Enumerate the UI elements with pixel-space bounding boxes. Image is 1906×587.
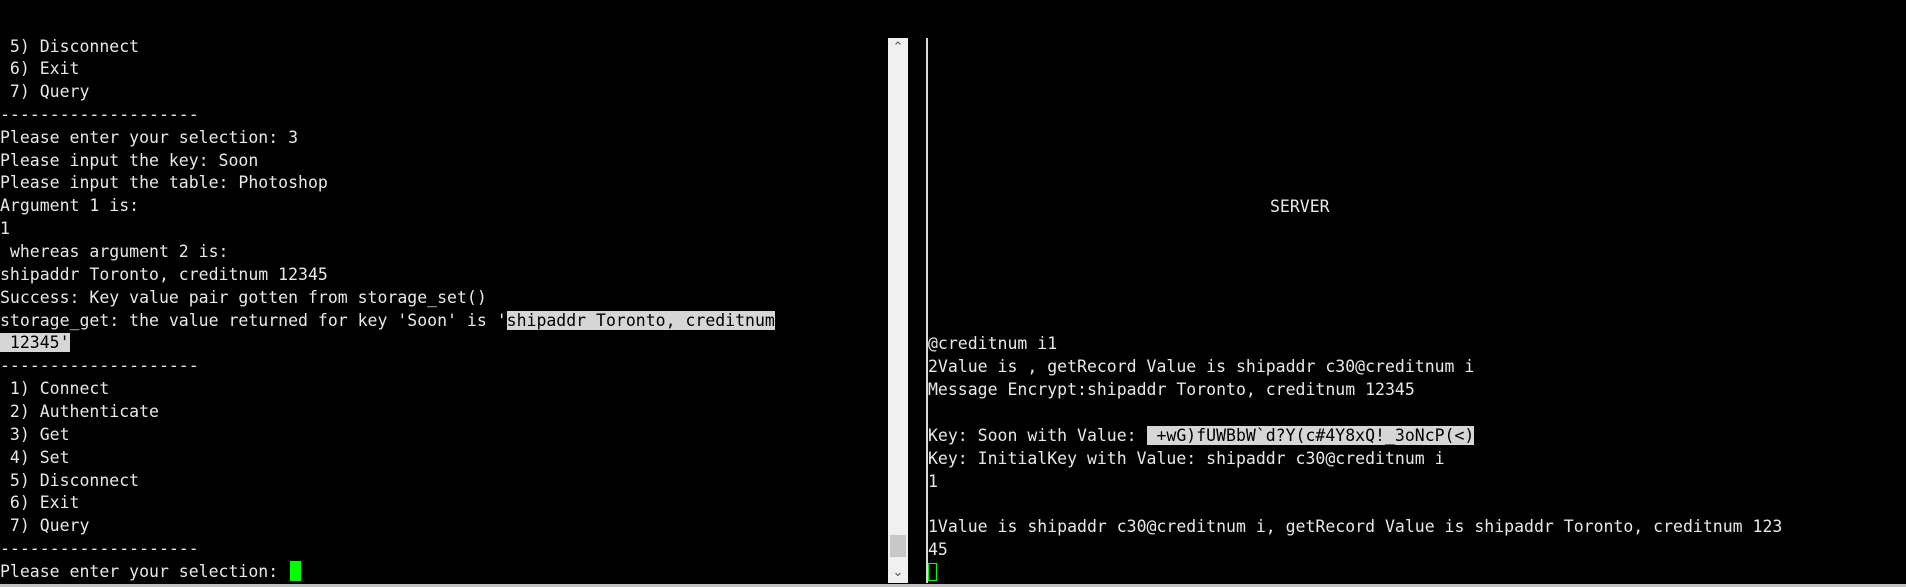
vertical-scrollbar[interactable]: ⌃ ⌄ <box>888 38 908 583</box>
terminal-line: whereas argument 2 is: <box>0 242 229 261</box>
prompt-line[interactable] <box>928 561 937 583</box>
scroll-down-icon[interactable]: ⌄ <box>888 563 908 583</box>
terminal-line: 7) Query <box>0 82 90 101</box>
terminal-line: 1 <box>0 219 10 238</box>
text-cursor <box>290 561 302 581</box>
terminal-line: 1) Connect <box>0 379 110 398</box>
terminal-line: 2Value is , getRecord Value is shipaddr … <box>928 357 1475 376</box>
terminal-line: -------------------- <box>0 356 199 375</box>
selected-text: 12345' <box>0 333 70 352</box>
terminal-line: 12345' <box>0 332 70 354</box>
terminal-line: 4) Set <box>0 448 70 467</box>
terminal-line: 1 <box>928 472 938 491</box>
selected-text: shipaddr Toronto, creditnum <box>506 311 775 330</box>
terminal-line: Message Encrypt:shipaddr Toronto, credit… <box>928 380 1415 399</box>
client-terminal[interactable]: 5) Disconnect 6) Exit 7) Query ---------… <box>0 0 886 587</box>
terminal-line: 5) Disconnect <box>0 37 140 56</box>
terminal-line: Please enter your selection: 3 <box>0 128 299 147</box>
terminal-line: Please input the table: Photoshop <box>0 173 328 192</box>
terminal-line: 2) Authenticate <box>0 402 159 421</box>
terminal-line: 1Value is shipaddr c30@creditnum i, getR… <box>928 517 1783 536</box>
terminal-line: 7) Query <box>0 516 90 535</box>
terminal-line: -------------------- <box>0 105 199 124</box>
terminal-line: 3) Get <box>0 425 70 444</box>
terminal-line: 5) Disconnect <box>0 471 140 490</box>
terminal-line: Please input the key: Soon <box>0 151 259 170</box>
terminal-text: storage_get: the value returned for key … <box>0 311 507 330</box>
terminal-line: Key: Soon with Value: +wG)fUWBbW`d?Y(c#4… <box>928 425 1475 447</box>
server-terminal[interactable]: @creditnum i1 2Value is , getRecord Valu… <box>928 0 1906 587</box>
server-title: SERVER <box>1270 197 1330 216</box>
terminal-line: Success: Key value pair gotten from stor… <box>0 288 487 307</box>
terminal-text: Key: Soon with Value: <box>928 426 1147 445</box>
terminal-line: storage_get: the value returned for key … <box>0 310 775 332</box>
prompt-text: Please enter your selection: <box>0 562 289 581</box>
terminal-line: 45 <box>928 540 948 559</box>
scroll-up-icon[interactable]: ⌃ <box>888 38 908 58</box>
pane-divider <box>908 38 926 583</box>
prompt-line[interactable]: Please enter your selection: <box>0 561 302 583</box>
terminal-line: -------------------- <box>0 539 199 558</box>
scrollbar-thumb[interactable] <box>890 535 906 557</box>
terminal-line: shipaddr Toronto, creditnum 12345 <box>0 265 328 284</box>
terminal-line: 6) Exit <box>0 59 80 78</box>
terminal-line: Key: InitialKey with Value: shipaddr c30… <box>928 449 1445 468</box>
terminal-line: Argument 1 is: <box>0 196 140 215</box>
terminal-line: 6) Exit <box>0 493 80 512</box>
text-cursor <box>928 563 937 581</box>
selected-text: +wG)fUWBbW`d?Y(c#4Y8xQ!_3oNcP(<) <box>1146 426 1475 445</box>
terminal-line: @creditnum i1 <box>928 334 1058 353</box>
